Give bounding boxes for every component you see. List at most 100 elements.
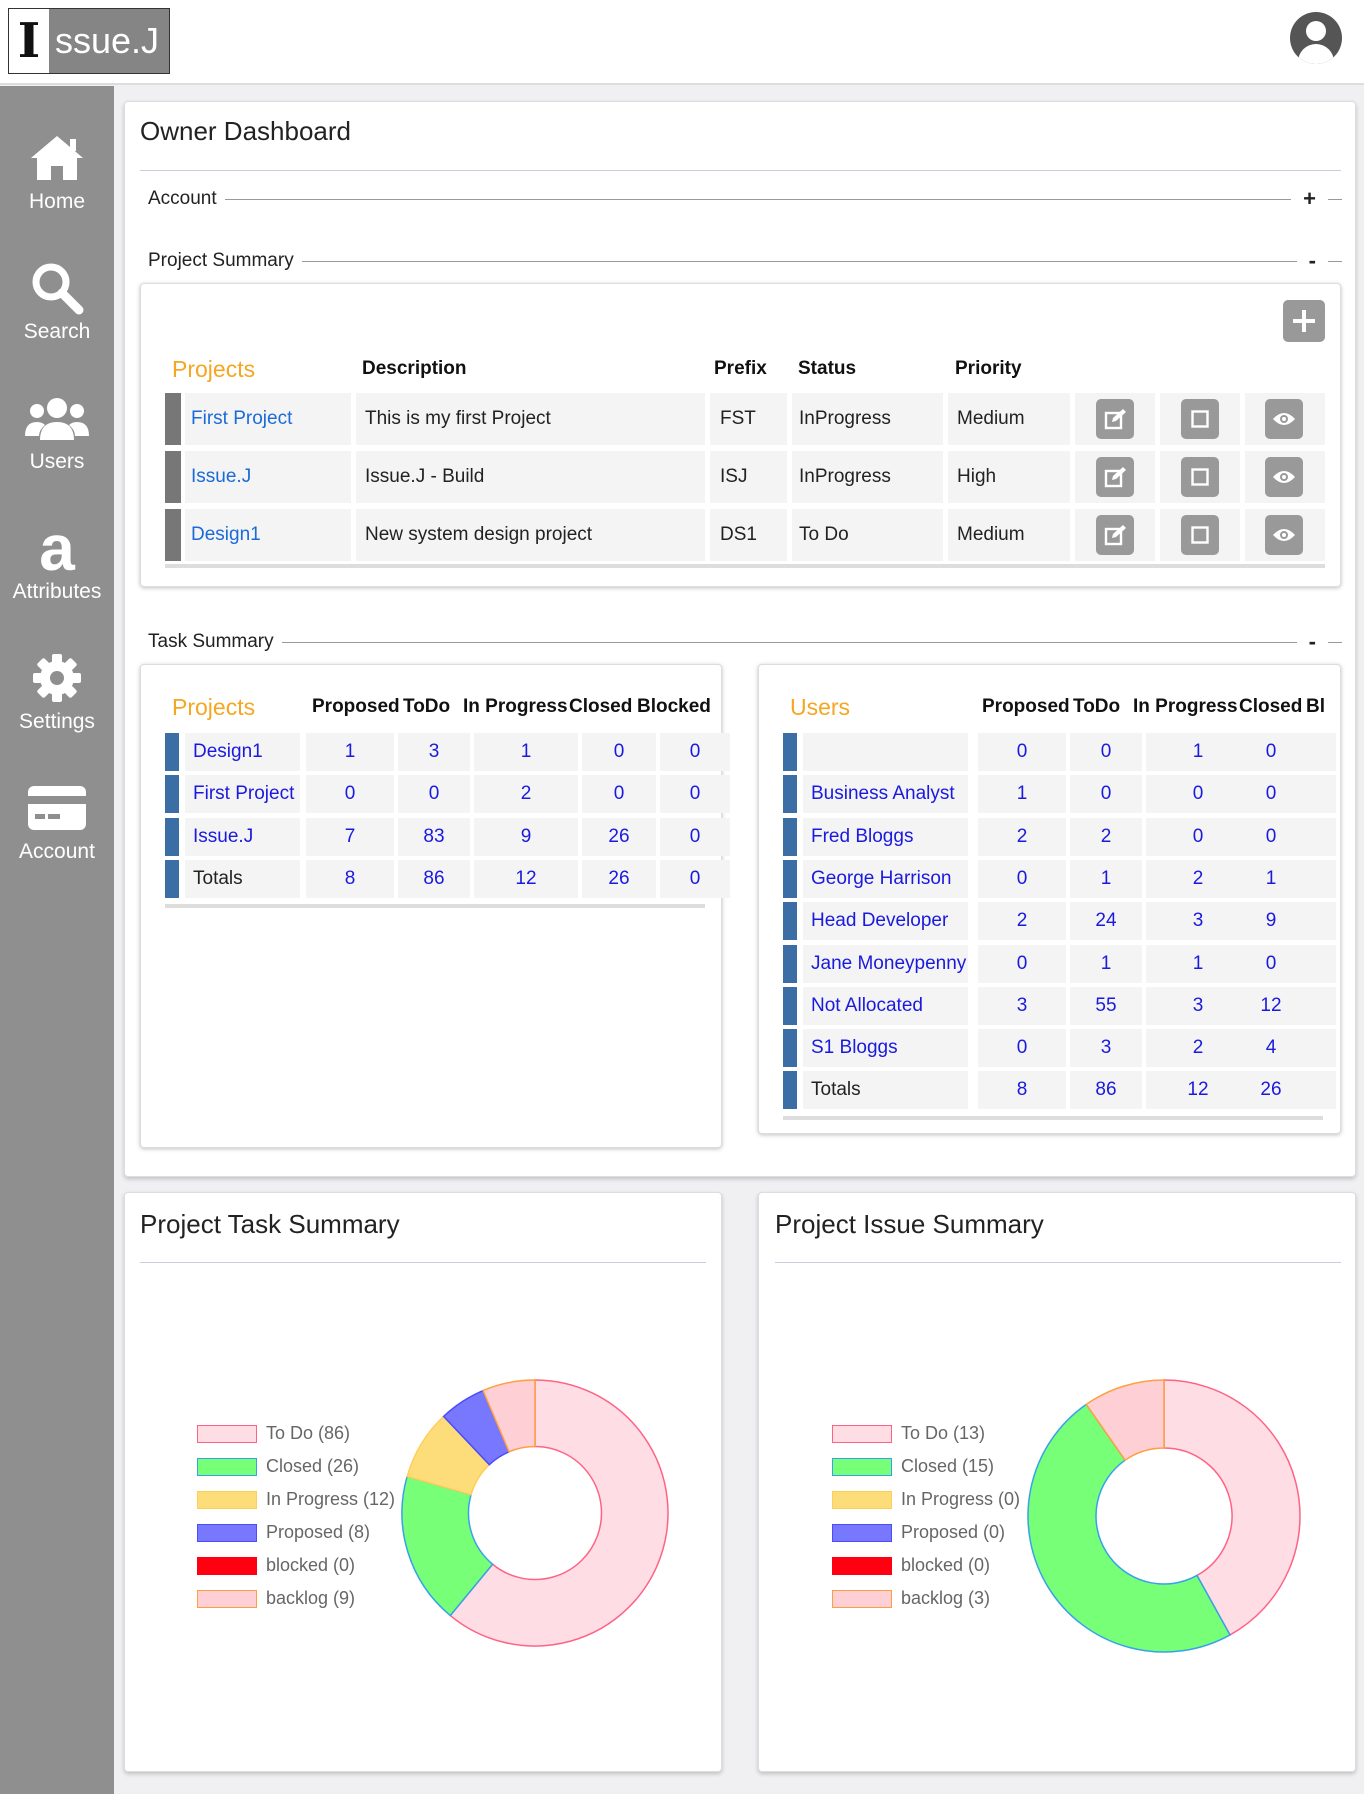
expand-toggle[interactable]: +	[1303, 186, 1316, 212]
prefix-cell: FST	[720, 408, 756, 429]
legend-item[interactable]: To Do (86)	[197, 1423, 350, 1444]
legend-item[interactable]: backlog (3)	[832, 1588, 990, 1609]
row-name[interactable]: Jane Moneypenny	[811, 953, 966, 975]
nav-home[interactable]: Home	[0, 126, 114, 236]
row-name[interactable]: Not Allocated	[811, 995, 923, 1017]
priority-cell: High	[957, 466, 997, 487]
legend-swatch	[832, 1589, 892, 1608]
legend-item[interactable]: Proposed (8)	[197, 1522, 370, 1543]
legend-item[interactable]: In Progress (0)	[832, 1489, 1020, 1510]
legend-label: Proposed (8)	[266, 1522, 371, 1542]
edit-button[interactable]	[1096, 457, 1134, 497]
inprogress-count: 0	[1192, 825, 1204, 847]
project-link[interactable]: First Project	[191, 408, 292, 430]
proposed-count: 0	[1016, 741, 1028, 762]
legend-item[interactable]: To Do (13)	[832, 1423, 985, 1444]
section-account: Account +	[148, 186, 1342, 212]
issue-doughnut-chart	[1027, 1379, 1301, 1653]
legend-swatch	[197, 1424, 257, 1443]
proposed-count: 0	[1016, 867, 1028, 889]
select-checkbox[interactable]	[1181, 457, 1219, 497]
row-name[interactable]: Head Developer	[811, 910, 948, 932]
gear-icon	[0, 646, 114, 710]
legend-swatch	[832, 1523, 892, 1542]
row-name[interactable]: Issue.J	[193, 826, 253, 848]
legend-label: blocked (0)	[266, 1555, 356, 1575]
task-doughnut-chart	[401, 1379, 669, 1647]
table-row: 0 0 1 0	[783, 733, 1336, 771]
checkbox-icon	[1191, 526, 1209, 544]
nav-account[interactable]: Account	[0, 776, 114, 886]
legend-label: backlog (9)	[266, 1588, 356, 1608]
proposed-count: 1	[344, 741, 356, 762]
closed-count: 9	[1265, 910, 1277, 932]
row-name[interactable]: George Harrison	[811, 868, 951, 890]
search-icon	[0, 256, 114, 320]
blocked-header-truncated: Bl	[1306, 696, 1325, 717]
closed-count: 0	[1265, 741, 1277, 762]
view-button[interactable]	[1265, 399, 1303, 439]
legend-item[interactable]: Proposed (0)	[832, 1522, 1005, 1543]
legend-label: To Do (13)	[901, 1423, 986, 1443]
row-name[interactable]: S1 Bloggs	[811, 1037, 898, 1059]
table-row: George Harrison 0 1 2 1	[783, 859, 1336, 898]
totals-row: Totals 8 86 12 26	[783, 1071, 1336, 1110]
section-task-summary: Task Summary -	[148, 629, 1342, 655]
legend-swatch	[197, 1490, 257, 1509]
totals-label: Totals	[193, 867, 243, 889]
add-project-button[interactable]	[1283, 300, 1325, 342]
row-name[interactable]: First Project	[193, 783, 294, 805]
table-row: Design1 New system design project DS1 To…	[165, 509, 1325, 561]
blocked-count: 0	[689, 741, 701, 762]
attributes-icon: a	[39, 512, 75, 584]
legend-item[interactable]: backlog (9)	[197, 1588, 355, 1609]
view-button[interactable]	[1265, 457, 1303, 497]
blocked-count: 0	[689, 867, 701, 889]
prefix-cell: DS1	[720, 524, 757, 545]
collapse-toggle[interactable]: -	[1309, 629, 1316, 655]
app-logo[interactable]: I ssue.J	[8, 8, 170, 74]
select-checkbox[interactable]	[1181, 399, 1219, 439]
project-link[interactable]: Design1	[191, 524, 261, 546]
edit-button[interactable]	[1096, 515, 1134, 555]
todo-count: 24	[1095, 910, 1117, 932]
nav-attributes[interactable]: a Attributes	[0, 512, 114, 626]
todo-count: 86	[423, 867, 445, 889]
closed-count: 26	[1260, 1079, 1282, 1101]
legend-swatch	[197, 1589, 257, 1608]
nav-label: Search	[23, 320, 91, 343]
table-row: Design1 1 3 1 0 0	[165, 733, 730, 771]
row-name[interactable]: Design1	[193, 741, 263, 763]
legend-item[interactable]: Closed (15)	[832, 1456, 994, 1477]
project-link[interactable]: Issue.J	[191, 466, 251, 488]
legend-item[interactable]: blocked (0)	[832, 1555, 990, 1576]
inprogress-header: In Progress	[463, 696, 568, 717]
blocked-count: 0	[689, 825, 701, 847]
legend-item[interactable]: In Progress (12)	[197, 1489, 395, 1510]
closed-count: 1	[1265, 867, 1277, 889]
section-label: Project Summary	[148, 250, 294, 271]
nav-settings[interactable]: Settings	[0, 646, 114, 756]
nav-search[interactable]: Search	[0, 256, 114, 366]
closed-count: 12	[1260, 994, 1282, 1016]
title-divider	[140, 170, 1341, 171]
view-button[interactable]	[1265, 515, 1303, 555]
todo-count: 83	[423, 825, 445, 847]
todo-count: 0	[428, 783, 440, 805]
task-chart-title: Project Task Summary	[140, 1209, 400, 1239]
eye-icon	[1273, 529, 1295, 541]
legend-item[interactable]: blocked (0)	[197, 1555, 355, 1576]
user-avatar-icon[interactable]	[1290, 12, 1342, 64]
select-checkbox[interactable]	[1181, 515, 1219, 555]
table-row: S1 Bloggs 0 3 2 4	[783, 1029, 1336, 1068]
legend-item[interactable]: Closed (26)	[197, 1456, 359, 1477]
row-name[interactable]: Fred Bloggs	[811, 826, 913, 848]
proposed-count: 1	[1016, 783, 1028, 805]
sidebar: Home Search Users a Attributes Settings	[0, 86, 114, 1794]
edit-button[interactable]	[1096, 399, 1134, 439]
nav-label: Attributes	[12, 580, 102, 603]
nav-users[interactable]: Users	[0, 386, 114, 496]
row-name[interactable]: Business Analyst	[811, 783, 955, 805]
users-header: Users	[790, 694, 851, 720]
collapse-toggle[interactable]: -	[1309, 248, 1316, 274]
